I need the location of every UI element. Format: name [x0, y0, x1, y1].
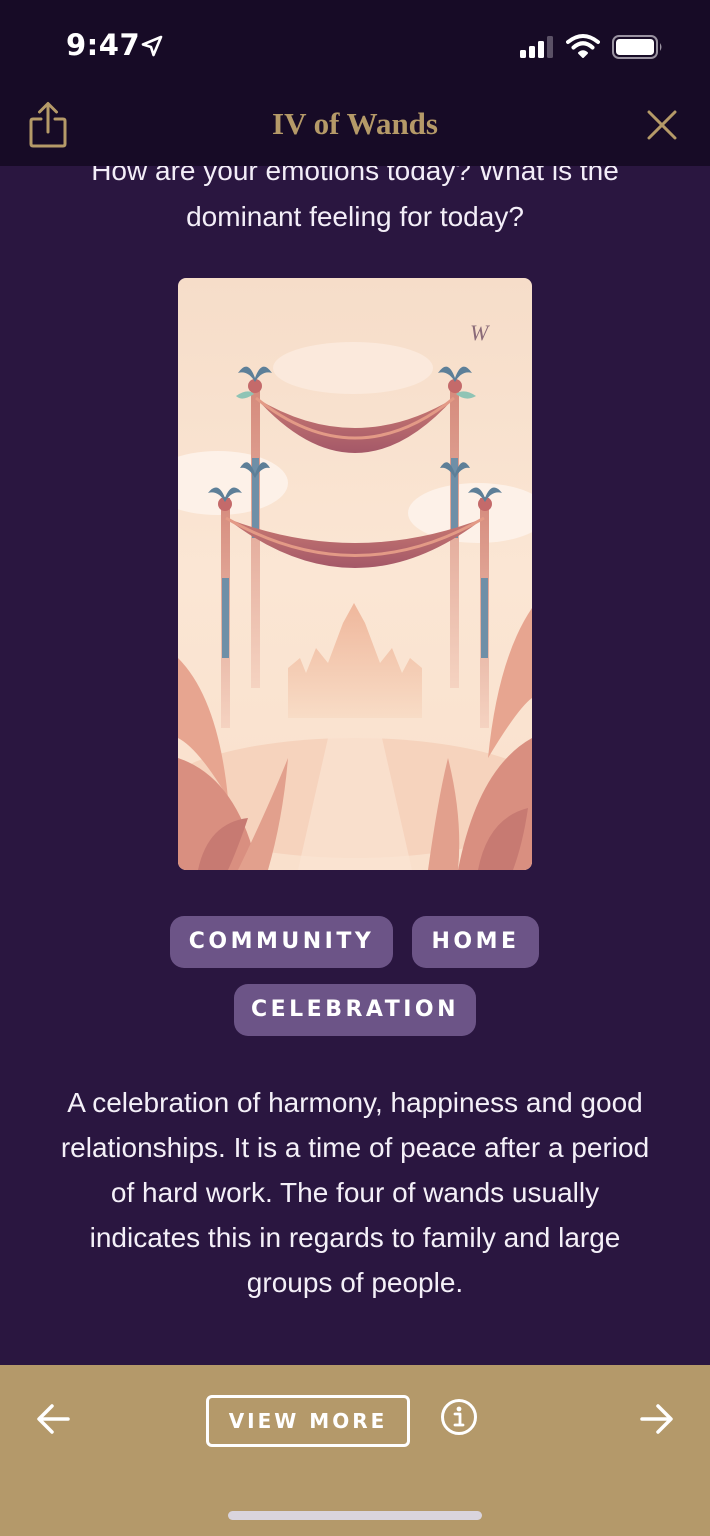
tag-celebration[interactable]: CELEBRATION — [234, 984, 476, 1036]
close-icon[interactable] — [645, 108, 679, 142]
status-bar: 9:47 — [0, 0, 710, 92]
question-line-2: dominant feeling for today? — [186, 201, 524, 232]
status-time: 9:47 — [66, 28, 141, 62]
view-more-button[interactable]: VIEW MORE — [206, 1395, 410, 1447]
bottom-bar: VIEW MORE — [0, 1365, 710, 1536]
card-description: A celebration of harmony, happiness and … — [60, 1087, 650, 1298]
info-icon[interactable] — [440, 1398, 478, 1436]
home-indicator[interactable] — [228, 1511, 482, 1520]
arrow-left-icon[interactable] — [34, 1399, 74, 1439]
tag-community[interactable]: COMMUNITY — [170, 916, 393, 968]
tag-home[interactable]: HOME — [412, 916, 539, 968]
battery-icon — [612, 35, 662, 59]
tarot-card-image: W M — [178, 278, 532, 870]
location-arrow-icon — [141, 35, 163, 57]
page-title: IV of Wands — [272, 106, 438, 141]
card-corner-top: W — [470, 320, 490, 345]
nav-bar: IV of Wands — [0, 92, 710, 166]
wifi-icon — [566, 34, 600, 58]
cellular-signal-icon — [520, 36, 553, 58]
card-illustration: W M — [178, 278, 532, 870]
arrow-right-icon[interactable] — [636, 1399, 676, 1439]
